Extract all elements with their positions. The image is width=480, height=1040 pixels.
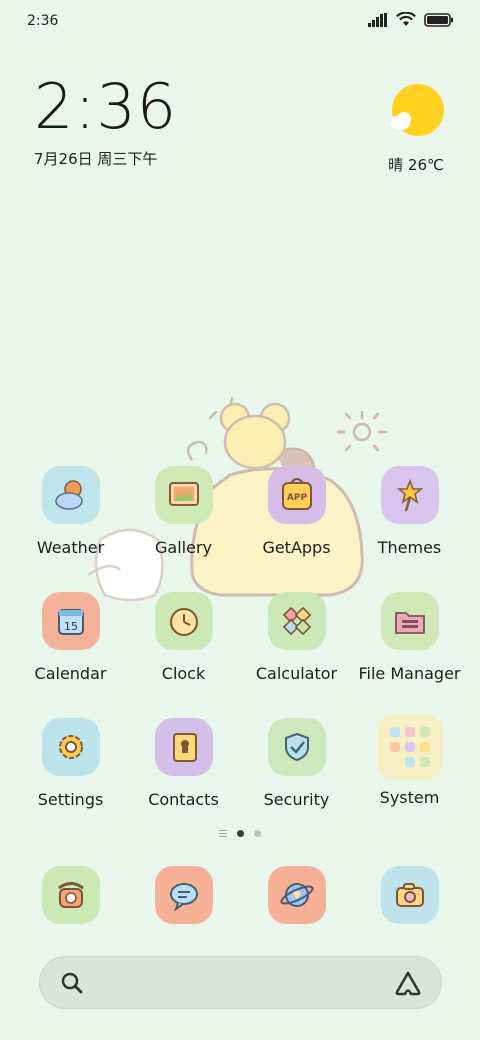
assistant-icon[interactable]	[393, 970, 423, 996]
page-indicator[interactable]	[0, 830, 480, 837]
app-label: Contacts	[148, 790, 219, 809]
calendar-day: 15	[64, 620, 78, 633]
page-dot-active[interactable]	[237, 830, 244, 837]
app-getapps[interactable]: APP GetApps	[240, 462, 353, 557]
clock-app-icon	[154, 592, 213, 650]
app-label: Gallery	[155, 538, 212, 557]
phone-icon	[41, 866, 100, 924]
app-security[interactable]: Security	[240, 714, 353, 809]
weather-widget[interactable]: 晴 26℃	[386, 84, 446, 175]
browser-icon	[267, 866, 326, 924]
signal-icon	[368, 12, 387, 27]
themes-app-icon	[380, 466, 439, 524]
file-manager-app-icon	[380, 592, 439, 650]
app-calculator[interactable]: Calculator	[240, 588, 353, 683]
clock-widget[interactable]: 2:36 7月26日 周三下午	[34, 76, 177, 169]
app-weather[interactable]: Weather	[14, 462, 127, 557]
app-label: Security	[263, 790, 330, 809]
calculator-app-icon	[267, 592, 326, 650]
gallery-app-icon	[154, 466, 213, 524]
sun-cloud-icon	[390, 84, 444, 136]
app-file-manager[interactable]: File Manager	[353, 588, 466, 683]
settings-app-icon	[41, 718, 100, 776]
wifi-icon	[396, 12, 416, 26]
contacts-app-icon	[154, 718, 213, 776]
weather-text: 晴 26℃	[388, 156, 444, 174]
list-view-icon[interactable]	[219, 830, 227, 837]
dock-camera[interactable]	[353, 862, 466, 924]
app-label: Themes	[377, 538, 442, 557]
status-bar: 2:36	[0, 0, 480, 44]
app-label: Settings	[37, 790, 104, 809]
weather-app-icon	[41, 466, 100, 524]
app-label: File Manager	[358, 664, 461, 683]
status-icons	[368, 12, 454, 27]
getapps-badge: APP	[286, 493, 307, 503]
app-label: GetApps	[262, 538, 331, 557]
app-gallery[interactable]: Gallery	[127, 462, 240, 557]
page-dot[interactable]	[254, 830, 261, 837]
app-clock[interactable]: Clock	[127, 588, 240, 683]
app-label: Calendar	[34, 664, 107, 683]
calendar-app-icon: 15	[41, 592, 100, 650]
dock-browser[interactable]	[240, 862, 353, 924]
app-label: Clock	[161, 664, 206, 683]
app-themes[interactable]: Themes	[353, 462, 466, 557]
battery-icon	[424, 12, 453, 27]
clock-date: 7月26日 周三下午	[34, 150, 158, 168]
dock	[0, 862, 480, 926]
search-icon[interactable]	[60, 971, 84, 995]
dock-phone[interactable]	[14, 862, 127, 924]
camera-icon	[380, 866, 439, 924]
app-row: Weather Gallery APP GetApps Themes	[0, 462, 480, 572]
getapps-app-icon: APP	[267, 466, 326, 524]
app-contacts[interactable]: Contacts	[127, 714, 240, 809]
search-bar[interactable]	[39, 956, 442, 1009]
app-calendar[interactable]: 15 Calendar	[14, 588, 127, 683]
security-app-icon	[267, 718, 326, 776]
app-label: System	[379, 788, 440, 807]
app-label: Calculator	[255, 664, 338, 683]
app-row: 15 Calendar Clock Calculator File Manage…	[0, 588, 480, 698]
app-label: Weather	[36, 538, 105, 557]
app-system-folder[interactable]: System	[353, 714, 466, 807]
system-folder-icon	[376, 714, 443, 780]
app-row: Settings Contacts Security System	[0, 714, 480, 824]
status-time: 2:36	[27, 13, 59, 29]
clock-time: 2:36	[34, 70, 178, 143]
dock-messages[interactable]	[127, 862, 240, 924]
app-settings[interactable]: Settings	[14, 714, 127, 809]
messages-icon	[154, 866, 213, 924]
